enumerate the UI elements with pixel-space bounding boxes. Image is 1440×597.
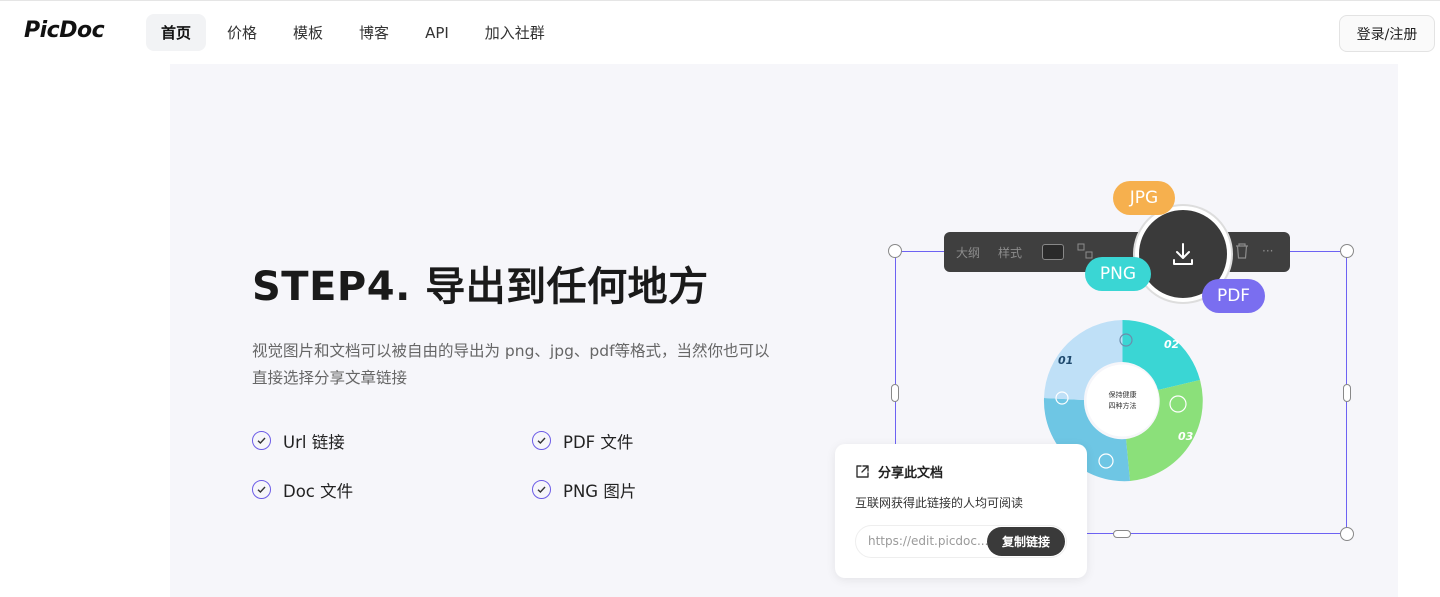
- login-register-button[interactable]: 登录/注册: [1339, 15, 1435, 52]
- feature-doc-file: Doc 文件: [252, 479, 532, 501]
- share-document-card: 分享此文档 互联网获得此链接的人均可阅读 https://edit.picdoc…: [835, 444, 1087, 578]
- picdoc-logo[interactable]: PicDoc: [24, 18, 105, 43]
- nav-api[interactable]: API: [410, 14, 464, 51]
- diagram-center: [1086, 364, 1159, 437]
- toolbar-outline: 大纲: [956, 246, 981, 260]
- diagram-step-03: 03: [1178, 430, 1194, 443]
- copy-link-button[interactable]: 复制链接: [987, 527, 1065, 556]
- diagram-center-line1: 保持健康: [1109, 390, 1137, 399]
- resize-handle-bottom-right: [1340, 527, 1354, 541]
- resize-handle-top-left: [888, 244, 902, 258]
- nav-pricing[interactable]: 价格: [212, 14, 272, 51]
- nav-join-community[interactable]: 加入社群: [470, 14, 560, 51]
- share-external-icon: [856, 465, 869, 478]
- share-link-field[interactable]: https://edit.picdoc... 复制链接: [855, 525, 1067, 558]
- resize-handle-right: [1343, 384, 1351, 402]
- resize-handle-bottom: [1113, 530, 1131, 538]
- feature-png-image: PNG 图片: [532, 479, 672, 501]
- check-circle-icon: [532, 480, 551, 499]
- jpg-format-badge: JPG: [1113, 181, 1175, 215]
- top-header: PicDoc 首页 价格 模板 博客 API 加入社群 登录/注册: [0, 0, 1440, 64]
- feature-label: Url 链接: [283, 432, 345, 452]
- check-circle-icon: [532, 431, 551, 450]
- check-circle-icon: [252, 480, 271, 499]
- toolbar-style: 样式: [998, 246, 1023, 260]
- diagram-step-01: 01: [1058, 354, 1073, 367]
- check-circle-icon: [252, 431, 271, 450]
- feature-url-link: Url 链接: [252, 430, 532, 452]
- nav-blog[interactable]: 博客: [344, 14, 404, 51]
- feature-label: PNG 图片: [563, 481, 637, 501]
- toolbar-more: ···: [1262, 244, 1274, 258]
- share-card-header: 分享此文档: [855, 462, 943, 481]
- pdf-format-badge: PDF: [1202, 279, 1265, 313]
- resize-handle-left: [891, 384, 899, 402]
- feature-pdf-file: PDF 文件: [532, 430, 672, 452]
- png-format-badge: PNG: [1085, 257, 1151, 291]
- share-card-title: 分享此文档: [878, 466, 944, 481]
- color-swatch-icon: [1042, 244, 1064, 260]
- resize-handle-top-right: [1340, 244, 1354, 258]
- share-card-subtitle: 互联网获得此链接的人均可阅读: [855, 496, 1024, 510]
- download-icon: [1173, 243, 1193, 265]
- feature-label: PDF 文件: [563, 432, 634, 452]
- feature-label: Doc 文件: [283, 481, 354, 501]
- section-title: STEP4. 导出到任何地方: [252, 264, 709, 310]
- diagram-center-line2: 四种方法: [1109, 401, 1137, 410]
- diagram-step-02: 02: [1164, 338, 1180, 351]
- feature-section: STEP4. 导出到任何地方 视觉图片和文档可以被自由的导出为 png、jpg、…: [170, 64, 1398, 597]
- section-description: 视觉图片和文档可以被自由的导出为 png、jpg、pdf等格式，当然你也可以直接…: [252, 342, 770, 387]
- share-link-url: https://edit.picdoc...: [868, 534, 989, 548]
- nav-home[interactable]: 首页: [146, 14, 207, 51]
- nav-templates[interactable]: 模板: [278, 14, 338, 51]
- trash-icon: [1234, 242, 1250, 263]
- feature-list: Url 链接 PDF 文件 Doc 文件 PNG 图片: [252, 430, 672, 501]
- main-nav: 首页 价格 模板 博客 API 加入社群: [146, 14, 560, 51]
